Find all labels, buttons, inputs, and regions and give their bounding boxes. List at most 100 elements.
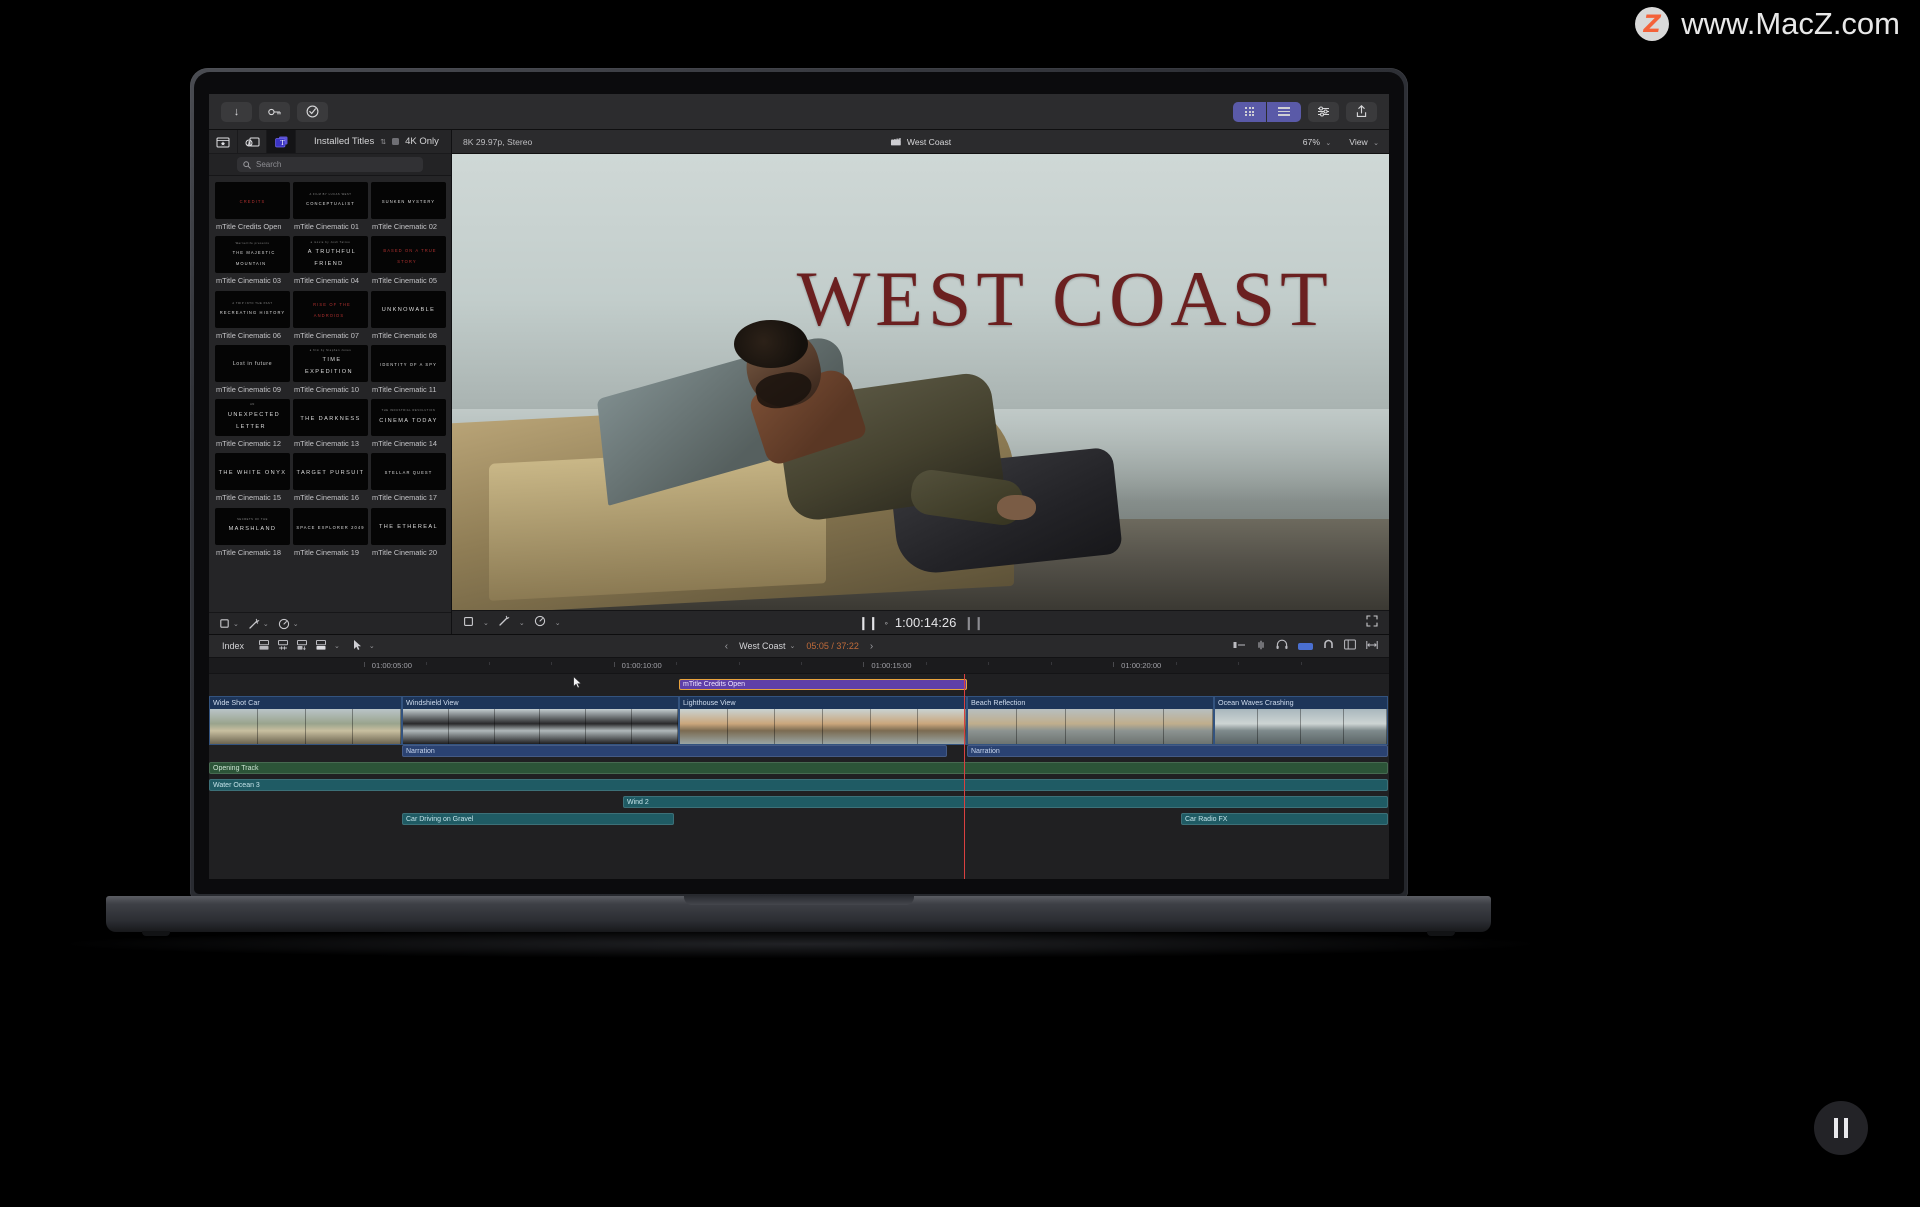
- view-menu[interactable]: View ⌄: [1349, 137, 1379, 147]
- skimming-button[interactable]: [1256, 640, 1266, 653]
- titles-filter[interactable]: Installed Titles ⇅ 4K Only: [296, 130, 451, 153]
- title-thumbnail[interactable]: RISE OF THE ANDROIDS: [293, 290, 368, 328]
- browser-view-button[interactable]: [1233, 101, 1267, 122]
- next-project-button[interactable]: ›: [870, 641, 873, 652]
- title-thumbnail[interactable]: a movie by Josh Tattoo A TRUTHFUL FRIEND: [293, 236, 368, 274]
- title-item[interactable]: RISE OF THE ANDROIDS mTitle Cinematic 07: [293, 290, 368, 342]
- title-clip[interactable]: mTitle Credits Open: [679, 679, 967, 690]
- title-item[interactable]: SPACE EXPLORER 2049 mTitle Cinematic 19: [293, 507, 368, 559]
- audio-clip[interactable]: Water Ocean 3: [209, 779, 1388, 791]
- audio-clip[interactable]: Narration: [967, 745, 1388, 757]
- title-thumbnail[interactable]: A FILM BY LUCAS WEST CONCEPTUALIST: [293, 182, 368, 219]
- timeline-tracks[interactable]: mTitle Credits Open Wide Shot Car Windshie…: [209, 674, 1389, 879]
- title-thumbnail[interactable]: SECRETS OF THE MARSHLAND: [215, 507, 290, 545]
- title-thumbnail[interactable]: UNKNOWABLE: [371, 290, 446, 328]
- video-clip[interactable]: Wide Shot Car: [209, 696, 402, 745]
- viewer-canvas[interactable]: WEST COAST: [452, 154, 1389, 610]
- title-thumbnail[interactable]: IDENTITY OF A SPY: [371, 344, 446, 382]
- transform-tool-button[interactable]: [463, 616, 474, 630]
- audio-clip[interactable]: Car Driving on Gravel: [402, 813, 674, 825]
- title-thumbnail[interactable]: THE WHITE ONYX: [215, 453, 290, 491]
- crop-tool-button[interactable]: ⌄: [219, 618, 239, 629]
- title-thumbnail[interactable]: Warnerlife presents THE MAJESTIC MOUNTAIN: [215, 236, 290, 274]
- timeline-ruler[interactable]: 01:00:05:00 01:00:10:00 01:00:15:00 01:00:2…: [209, 658, 1389, 674]
- title-item[interactable]: TARGET PURSUIT mTitle Cinematic 16: [293, 453, 368, 504]
- timeline-view-button[interactable]: [1267, 101, 1301, 122]
- audio-clip[interactable]: Car Radio FX: [1181, 813, 1388, 825]
- title-item[interactable]: THE DARKNESS mTitle Cinematic 13: [293, 399, 368, 450]
- chevron-down-icon[interactable]: ⌄: [519, 619, 525, 627]
- chevron-down-icon[interactable]: ⌄: [555, 619, 561, 627]
- inspector-button[interactable]: [1308, 101, 1339, 122]
- solo-button[interactable]: [1298, 642, 1313, 650]
- timeline-index-button[interactable]: [1344, 639, 1356, 653]
- title-thumbnail[interactable]: AN UNEXPECTED LETTER: [215, 399, 290, 436]
- select-tool-button[interactable]: [353, 639, 362, 654]
- browser-tab-effects[interactable]: [238, 130, 267, 153]
- 4k-only-checkbox[interactable]: [392, 138, 400, 145]
- share-button[interactable]: [1346, 101, 1377, 122]
- audio-clip[interactable]: Wind 2: [623, 796, 1388, 808]
- connect-edit-button[interactable]: [296, 639, 308, 654]
- title-item[interactable]: A TRIP INTO THE PAST RECREATING HISTORY mT…: [215, 290, 290, 342]
- color-tool-button[interactable]: ⌄: [278, 618, 299, 630]
- chevron-down-icon[interactable]: ⌄: [369, 642, 375, 650]
- snapping-button[interactable]: [1323, 639, 1334, 653]
- timeline-project-menu[interactable]: West Coast ⌄: [739, 641, 795, 651]
- audio-meter-icon[interactable]: ❙❙: [963, 615, 984, 631]
- title-item[interactable]: SUNKEN MYSTERY mTitle Cinematic 02: [371, 182, 446, 233]
- retime-button[interactable]: [534, 615, 546, 630]
- zoom-level-menu[interactable]: 67% ⌄: [1303, 137, 1331, 147]
- title-item[interactable]: THE INDUSTRIAL REVOLUTION CINEMA TODAY mTi…: [371, 399, 446, 450]
- keyword-button[interactable]: [259, 101, 290, 122]
- title-item[interactable]: Lost in future mTitle Cinematic 09: [215, 344, 290, 396]
- title-thumbnail[interactable]: a film by Stephen Jones TIME EXPEDITION: [293, 344, 368, 382]
- pause-icon[interactable]: ❙❙: [858, 615, 879, 631]
- title-item[interactable]: AN UNEXPECTED LETTER mTitle Cinematic 12: [215, 399, 290, 450]
- title-item[interactable]: IDENTITY OF A SPY mTitle Cinematic 11: [371, 344, 446, 396]
- title-thumbnail[interactable]: TARGET PURSUIT: [293, 453, 368, 491]
- title-item[interactable]: BASED ON A TRUE STORY mTitle Cinematic 05: [371, 236, 446, 287]
- title-item[interactable]: CREDITS mTitle Credits Open: [215, 182, 290, 233]
- title-item[interactable]: A FILM BY LUCAS WEST CONCEPTUALIST mTitle …: [293, 182, 368, 233]
- browser-tab-titles[interactable]: T: [267, 130, 296, 153]
- title-thumbnail[interactable]: Lost in future: [215, 344, 290, 382]
- title-thumbnail[interactable]: THE DARKNESS: [293, 399, 368, 436]
- title-item[interactable]: Warnerlife presents THE MAJESTIC MOUNTAIN…: [215, 236, 290, 287]
- rating-button[interactable]: [297, 101, 328, 122]
- fit-timeline-button[interactable]: [1366, 640, 1378, 653]
- video-pause-button[interactable]: [1814, 1101, 1868, 1155]
- title-item[interactable]: THE WHITE ONYX mTitle Cinematic 15: [215, 453, 290, 504]
- title-thumbnail[interactable]: CREDITS: [215, 182, 290, 219]
- audio-skimming-button[interactable]: [1276, 639, 1288, 653]
- audio-clip[interactable]: Opening Track: [209, 762, 1388, 774]
- search-input[interactable]: Search: [237, 157, 423, 172]
- chevron-down-icon[interactable]: ⌄: [483, 619, 489, 627]
- browser-tab-photos-audio[interactable]: [209, 130, 238, 153]
- chevron-down-icon[interactable]: ⌄: [334, 642, 340, 650]
- previous-project-button[interactable]: ‹: [725, 641, 728, 652]
- title-thumbnail[interactable]: THE ETHEREAL: [371, 507, 446, 545]
- title-thumbnail[interactable]: SUNKEN MYSTERY: [371, 182, 446, 219]
- video-clip[interactable]: Lighthouse View: [679, 696, 967, 745]
- title-item[interactable]: a film by Stephen Jones TIME EXPEDITION mT…: [293, 344, 368, 396]
- playhead[interactable]: [964, 674, 965, 879]
- overwrite-edit-button[interactable]: [315, 639, 327, 654]
- video-clip[interactable]: Beach Reflection: [967, 696, 1214, 745]
- title-item[interactable]: SECRETS OF THE MARSHLAND mTitle Cinematic …: [215, 507, 290, 559]
- title-item[interactable]: STELLAR QUEST mTitle Cinematic 17: [371, 453, 446, 504]
- title-thumbnail[interactable]: SPACE EXPLORER 2049: [293, 507, 368, 545]
- title-item[interactable]: UNKNOWABLE mTitle Cinematic 08: [371, 290, 446, 342]
- title-item[interactable]: THE ETHEREAL mTitle Cinematic 20: [371, 507, 446, 559]
- append-edit-button[interactable]: [258, 639, 270, 654]
- video-clip[interactable]: Ocean Waves Crashing: [1214, 696, 1388, 745]
- video-clip[interactable]: Windshield View: [402, 696, 679, 745]
- fullscreen-button[interactable]: [1366, 615, 1378, 630]
- clip-appearance-button[interactable]: [1233, 640, 1246, 653]
- enhance-tool-button[interactable]: ⌄: [248, 618, 269, 630]
- audio-clip[interactable]: Narration: [402, 745, 947, 757]
- title-thumbnail[interactable]: BASED ON A TRUE STORY: [371, 236, 446, 274]
- index-button[interactable]: Index: [222, 641, 244, 651]
- title-thumbnail[interactable]: A TRIP INTO THE PAST RECREATING HISTORY: [215, 290, 290, 328]
- import-media-button[interactable]: ↓: [221, 101, 252, 122]
